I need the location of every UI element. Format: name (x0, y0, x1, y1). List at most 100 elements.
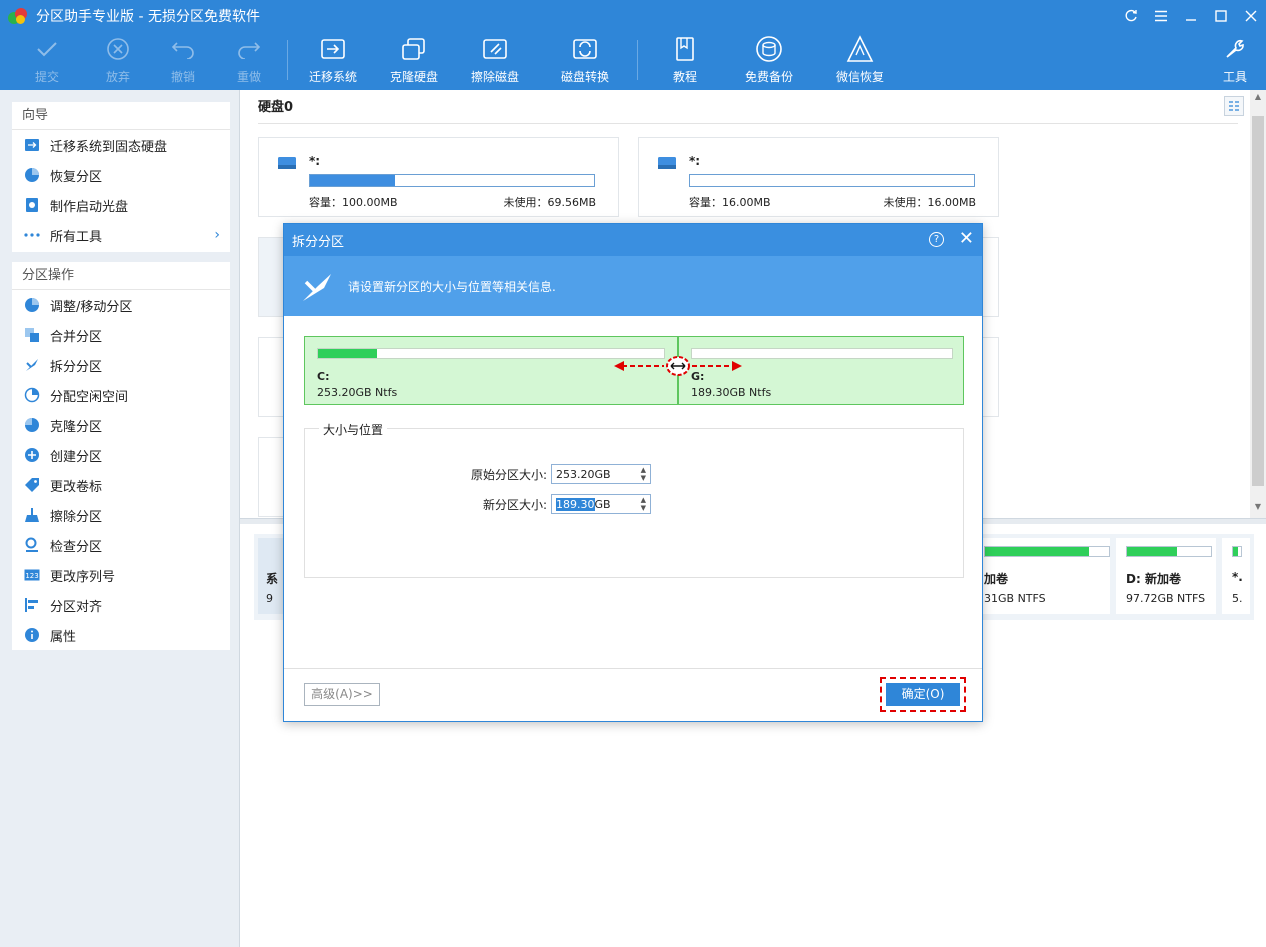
new-size-selected-text[interactable]: 189.30 (556, 498, 595, 511)
boot-disc-icon (24, 197, 40, 213)
menu-icon[interactable] (1146, 0, 1176, 32)
undo-button[interactable]: 撤销 (162, 32, 204, 90)
tutorial-button[interactable]: 教程 (664, 32, 706, 90)
free-backup-button[interactable]: 免费备份 (740, 32, 798, 90)
info-icon (24, 627, 40, 643)
scroll-down-icon[interactable]: ▼ (1250, 502, 1266, 516)
chevron-right-icon: › (214, 227, 220, 243)
redo-button[interactable]: 重做 (228, 32, 270, 90)
partition-card[interactable] (982, 237, 999, 317)
volume-block[interactable]: 系 9 (258, 538, 286, 614)
op-wipe[interactable]: 擦除分区 (12, 500, 230, 530)
clone-disk-button[interactable]: 克隆硬盘 (385, 32, 443, 90)
op-merge[interactable]: 合并分区 (12, 320, 230, 350)
minimize-button[interactable] (1176, 0, 1206, 32)
split-icon (300, 270, 334, 304)
partition-bar-fill (318, 349, 377, 358)
operations-header: 分区操作 (12, 262, 230, 290)
split-partition-dialog: 拆分分区 ? ✕ 请设置新分区的大小与位置等相关信息. C: 253.20GB … (283, 223, 983, 722)
usage-bar (309, 174, 595, 187)
wizard-item-recover-partition[interactable]: 恢复分区 (12, 160, 230, 190)
serial-icon: 123 (24, 567, 40, 583)
disk-convert-button[interactable]: 磁盘转换 (556, 32, 614, 90)
advanced-button[interactable]: 高级(A)>> (304, 683, 380, 706)
op-resize-move[interactable]: 调整/移动分区 (12, 290, 230, 320)
op-clone[interactable]: 克隆分区 (12, 410, 230, 440)
help-icon[interactable]: ? (929, 232, 944, 247)
volume-block[interactable]: *. 5. (1222, 538, 1250, 614)
backup-icon (755, 32, 783, 66)
op-align[interactable]: 分区对齐 (12, 590, 230, 620)
partition-card[interactable]: *: 容量：16.00MB 未使用：16.00MB (638, 137, 999, 217)
dialog-title-bar: 拆分分区 ? ✕ (284, 224, 982, 256)
disk-drive-icon (277, 156, 297, 170)
op-allocate-free[interactable]: 分配空闲空间 (12, 380, 230, 410)
partition-card[interactable]: *: 容量：100.00MB 未使用：69.56MB (258, 137, 619, 217)
op-create[interactable]: 创建分区 (12, 440, 230, 470)
migrate-icon (24, 137, 40, 153)
new-size-row: 新分区大小: 189.30GB ▲ ▼ (431, 494, 651, 514)
redo-icon (236, 32, 262, 66)
stepper-arrows-icon[interactable]: ▲ ▼ (641, 466, 646, 482)
toolbar-separator (287, 40, 288, 80)
refresh-icon[interactable] (1116, 0, 1146, 32)
volume-bar (1232, 546, 1242, 557)
original-size-stepper[interactable]: 253.20GB ▲ ▼ (551, 464, 651, 484)
volume-block[interactable]: D: 新加卷 97.72GB NTFS (1116, 538, 1216, 614)
migrate-disk-icon (319, 32, 347, 66)
op-serial[interactable]: 123 更改序列号 (12, 560, 230, 590)
op-properties[interactable]: 属性 (12, 620, 230, 650)
wizard-header: 向导 (12, 102, 230, 130)
scroll-thumb[interactable] (1252, 116, 1264, 486)
create-partition-icon (24, 447, 40, 463)
volume-bar-fill (985, 547, 1090, 556)
wipe-disk-button[interactable]: 擦除磁盘 (466, 32, 524, 90)
broom-icon (24, 507, 40, 523)
maximize-button[interactable] (1206, 0, 1236, 32)
commit-button[interactable]: 提交 (26, 32, 68, 90)
clone-partition-icon (24, 417, 40, 433)
discard-button[interactable]: 放弃 (97, 32, 139, 90)
new-size-stepper[interactable]: 189.30GB ▲ ▼ (551, 494, 651, 514)
split-visual: C: 253.20GB Ntfs G: 189.30GB Ntfs (304, 336, 964, 405)
allocate-pie-icon (24, 387, 40, 403)
align-icon (24, 597, 40, 613)
ok-button[interactable]: 确定(O) (886, 683, 960, 706)
dots-icon (24, 227, 40, 243)
undo-icon (170, 32, 196, 66)
toolbar-separator (637, 40, 638, 80)
usage-bar-fill (310, 175, 396, 186)
wizard-item-migrate-ssd[interactable]: 迁移系统到固态硬盘 (12, 130, 230, 160)
dialog-banner: 请设置新分区的大小与位置等相关信息. (284, 256, 982, 316)
disk-drive-icon (657, 156, 677, 170)
wizard-item-all-tools[interactable]: 所有工具 › (12, 220, 230, 250)
resize-icon (24, 297, 40, 313)
disk-convert-icon (571, 32, 599, 66)
op-check[interactable]: 检查分区 (12, 530, 230, 560)
volume-bar-fill (1233, 547, 1238, 556)
vertical-scrollbar[interactable]: ▲ ▼ (1250, 90, 1266, 518)
op-change-label[interactable]: 更改卷标 (12, 470, 230, 500)
migrate-os-button[interactable]: 迁移系统 (304, 32, 362, 90)
op-split[interactable]: 拆分分区 (12, 350, 230, 380)
svg-text:123: 123 (25, 572, 38, 580)
left-sidebar: 向导 迁移系统到固态硬盘 恢复分区 制作启动光盘 所有工具 › 分区操作 调整/… (0, 90, 240, 947)
wrench-icon (1222, 32, 1248, 66)
tools-button[interactable]: 工具 (1214, 32, 1256, 90)
usage-bar (689, 174, 975, 187)
drag-handle-annotation[interactable] (612, 354, 744, 378)
wechat-restore-button[interactable]: 微信恢复 (831, 32, 889, 90)
close-button[interactable] (1236, 0, 1266, 32)
scroll-up-icon[interactable]: ▲ (1250, 92, 1266, 106)
volume-block[interactable]: 加卷 31GB NTFS (970, 538, 1110, 614)
magnifier-icon (24, 537, 40, 553)
size-position-group: 大小与位置 原始分区大小: 253.20GB ▲ ▼ 新分区大小: 189.30G… (304, 421, 964, 578)
view-toggle-icon[interactable] (1224, 96, 1244, 116)
stepper-arrows-icon[interactable]: ▲ ▼ (641, 496, 646, 512)
book-icon (673, 32, 697, 66)
banner-text: 请设置新分区的大小与位置等相关信息. (348, 280, 556, 294)
dialog-close-icon[interactable]: ✕ (959, 228, 974, 249)
partition-card[interactable] (982, 337, 999, 417)
volume-bar (984, 546, 1110, 557)
wizard-item-boot-disc[interactable]: 制作启动光盘 (12, 190, 230, 220)
